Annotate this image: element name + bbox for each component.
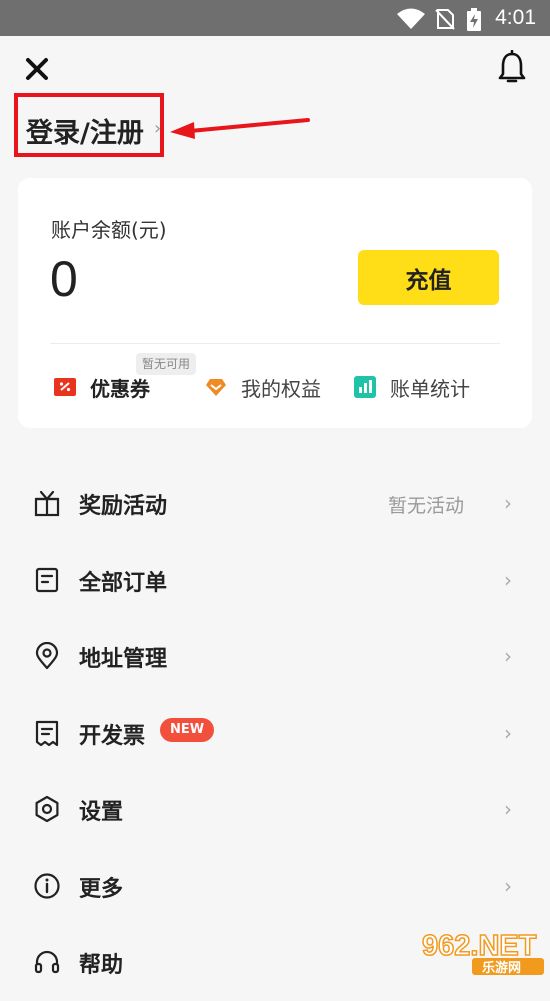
wifi-icon bbox=[397, 8, 425, 29]
menu-list: 奖励活动 暂无活动 › 全部订单 › 地址管理 › 开发票 NEW › 设置 ›… bbox=[0, 465, 550, 1001]
menu-item-all-orders[interactable]: 全部订单 › bbox=[0, 542, 550, 619]
menu-item-rewards[interactable]: 奖励活动 暂无活动 › bbox=[0, 465, 550, 542]
balance-card: 账户余额(元) 0 充值 暂无可用 优惠券 我的权益 账单统计 bbox=[18, 178, 532, 428]
shortcut-my-rights[interactable]: 我的权益 bbox=[204, 372, 321, 402]
battery-charging-icon bbox=[467, 8, 481, 31]
menu-item-more[interactable]: 更多 › bbox=[0, 848, 550, 925]
rights-icon bbox=[206, 379, 226, 396]
shortcut-label: 我的权益 bbox=[241, 376, 321, 401]
shortcut-label: 优惠券 bbox=[90, 376, 150, 401]
chevron-right-icon: › bbox=[504, 873, 512, 898]
menu-status: 暂无活动 bbox=[387, 495, 464, 517]
status-bar: 4:01 bbox=[0, 0, 550, 36]
balance-label: 账户余额(元) bbox=[51, 218, 167, 242]
annotation-arrow bbox=[170, 118, 310, 139]
recharge-button[interactable]: 充值 bbox=[358, 250, 499, 305]
menu-label: 开发票 bbox=[79, 723, 146, 749]
card-divider bbox=[50, 343, 500, 344]
shortcut-label: 账单统计 bbox=[390, 376, 470, 401]
coupon-icon bbox=[54, 378, 76, 396]
login-register-label: 登录/注册 bbox=[26, 118, 144, 149]
menu-label: 奖励活动 bbox=[79, 494, 168, 519]
menu-label: 地址管理 bbox=[79, 647, 168, 672]
menu-item-invoice[interactable]: 开发票 NEW › bbox=[0, 695, 550, 772]
menu-label: 更多 bbox=[79, 876, 124, 902]
chevron-right-icon: › bbox=[504, 491, 512, 515]
menu-label: 全部订单 bbox=[79, 570, 168, 596]
bill-stats-icon bbox=[354, 376, 376, 398]
menu-item-settings[interactable]: 设置 › bbox=[0, 771, 550, 848]
chevron-right-icon: › bbox=[154, 118, 162, 139]
new-badge: NEW bbox=[160, 717, 215, 742]
chevron-right-icon: › bbox=[504, 797, 512, 821]
info-icon bbox=[34, 872, 60, 899]
close-icon[interactable] bbox=[22, 54, 52, 84]
menu-label: 帮助 bbox=[79, 953, 124, 978]
login-register-link[interactable]: 登录/注册 › bbox=[14, 93, 164, 157]
settings-icon bbox=[35, 795, 59, 823]
gift-icon bbox=[34, 490, 60, 517]
balance-value: 0 bbox=[50, 251, 78, 307]
no-sim-icon bbox=[435, 9, 455, 30]
menu-item-address[interactable]: 地址管理 › bbox=[0, 618, 550, 695]
notification-bell-icon[interactable] bbox=[496, 50, 528, 86]
headset-icon bbox=[34, 950, 60, 974]
svg-text:乐游网: 乐游网 bbox=[482, 960, 521, 976]
shortcut-coupon[interactable]: 优惠券 bbox=[53, 372, 150, 402]
status-time: 4:01 bbox=[495, 6, 536, 29]
menu-label: 设置 bbox=[79, 800, 124, 825]
svg-text:962.NET: 962.NET bbox=[422, 930, 537, 962]
order-icon bbox=[35, 567, 59, 592]
chevron-right-icon: › bbox=[504, 567, 512, 592]
chevron-right-icon: › bbox=[504, 644, 512, 668]
shortcut-bill-stats[interactable]: 账单统计 bbox=[353, 372, 470, 402]
watermark-logo: 962.NET 乐游网 bbox=[421, 929, 544, 976]
chevron-right-icon: › bbox=[504, 720, 512, 745]
location-icon bbox=[35, 642, 59, 670]
invoice-icon bbox=[35, 720, 59, 746]
